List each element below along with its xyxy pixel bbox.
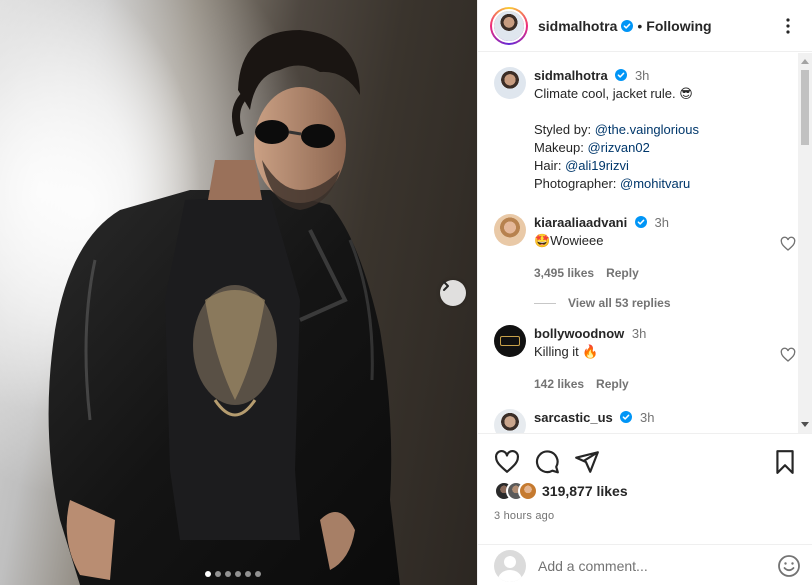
- verified-badge-icon: [620, 411, 633, 423]
- comment-time[interactable]: 3h: [640, 410, 654, 425]
- caption-time[interactable]: 3h: [635, 68, 649, 83]
- emoji-icon[interactable]: [777, 554, 801, 578]
- comments-list[interactable]: sidmalhotra 3h Climate cool, jacket rule…: [478, 53, 812, 433]
- comment-time[interactable]: 3h: [654, 215, 668, 230]
- comment-input[interactable]: [538, 557, 748, 574]
- share-paper-plane-icon[interactable]: [574, 449, 600, 475]
- carousel-dot: [255, 571, 261, 577]
- view-replies-button[interactable]: View all 53 replies: [534, 296, 671, 310]
- commenter-username[interactable]: sarcastic_us: [534, 410, 613, 425]
- reply-button[interactable]: Reply: [606, 266, 639, 280]
- post-header: sidmalhotra • Following: [478, 0, 812, 52]
- post-timestamp[interactable]: 3 hours ago: [494, 510, 554, 522]
- makeup-label: Makeup:: [534, 140, 588, 155]
- scroll-down-arrow[interactable]: [801, 422, 809, 427]
- carousel-dot: [205, 571, 211, 577]
- hair-label: Hair:: [534, 158, 566, 173]
- likes-count[interactable]: 319,877 likes: [542, 483, 628, 499]
- comments-scrollbar[interactable]: [798, 53, 812, 433]
- save-bookmark-icon[interactable]: [772, 449, 798, 475]
- stylist-link[interactable]: @the.vainglorious: [595, 122, 699, 137]
- post-details-panel: sidmalhotra • Following sidmalhotra 3h C…: [477, 0, 812, 585]
- caption-text: Climate cool, jacket rule. 😎: [534, 86, 693, 101]
- reply-button[interactable]: Reply: [596, 377, 629, 391]
- comment-time[interactable]: 3h: [632, 326, 646, 341]
- commenter-avatar[interactable]: [494, 409, 526, 433]
- caption-username[interactable]: sidmalhotra: [534, 68, 608, 83]
- comment-text: Killing it 🔥: [534, 344, 599, 359]
- author-avatar[interactable]: [490, 6, 528, 45]
- like-comment-heart-icon[interactable]: [780, 347, 796, 363]
- author-username[interactable]: sidmalhotra: [538, 18, 617, 34]
- verified-badge-icon: [621, 19, 634, 32]
- following-button[interactable]: Following: [646, 18, 711, 34]
- post-media[interactable]: [0, 0, 477, 585]
- carousel-dots: [205, 571, 261, 577]
- photographer-label: Photographer:: [534, 176, 621, 191]
- like-comment-heart-icon[interactable]: [780, 236, 796, 252]
- more-horizontal-icon: [786, 17, 790, 34]
- styled-label: Styled by:: [534, 122, 595, 137]
- makeup-link[interactable]: @rizvan02: [587, 140, 649, 155]
- hair-link[interactable]: @ali19rizvi: [565, 158, 629, 173]
- verified-badge-icon: [634, 216, 647, 228]
- carousel-dot: [245, 571, 251, 577]
- likes-summary[interactable]: 319,877 likes: [494, 481, 628, 501]
- commenter-avatar[interactable]: [494, 325, 526, 357]
- comment-likes[interactable]: 142 likes: [534, 377, 584, 391]
- photographer-link[interactable]: @mohitvaru: [620, 176, 690, 191]
- add-comment-bar: [478, 544, 812, 585]
- next-photo-button[interactable]: [440, 280, 466, 306]
- verified-badge-icon: [615, 69, 628, 81]
- carousel-dot: [235, 571, 241, 577]
- commenter-avatar[interactable]: [494, 214, 526, 246]
- commenter-username[interactable]: kiaraaliaadvani: [534, 215, 627, 230]
- view-replies-label: View all 53 replies: [568, 296, 671, 310]
- comment-text: 🤩Wowieee: [534, 233, 604, 248]
- current-user-avatar: [494, 549, 526, 582]
- comment-bubble-icon[interactable]: [534, 449, 560, 475]
- scrollbar-thumb[interactable]: [801, 70, 809, 145]
- chevron-right-icon: [443, 281, 449, 291]
- post-photo: [0, 0, 477, 585]
- commenter-username[interactable]: bollywoodnow: [534, 326, 624, 341]
- scroll-up-arrow[interactable]: [801, 59, 809, 64]
- liker-avatar: [518, 481, 538, 501]
- more-options-button[interactable]: [776, 14, 800, 38]
- post-actions: 319,877 likes 3 hours ago: [478, 433, 812, 585]
- like-heart-icon[interactable]: [494, 449, 520, 475]
- carousel-dot: [225, 571, 231, 577]
- carousel-dot: [215, 571, 221, 577]
- comment-likes[interactable]: 3,495 likes: [534, 266, 594, 280]
- caption-avatar[interactable]: [494, 67, 526, 99]
- header-separator: •: [637, 17, 643, 34]
